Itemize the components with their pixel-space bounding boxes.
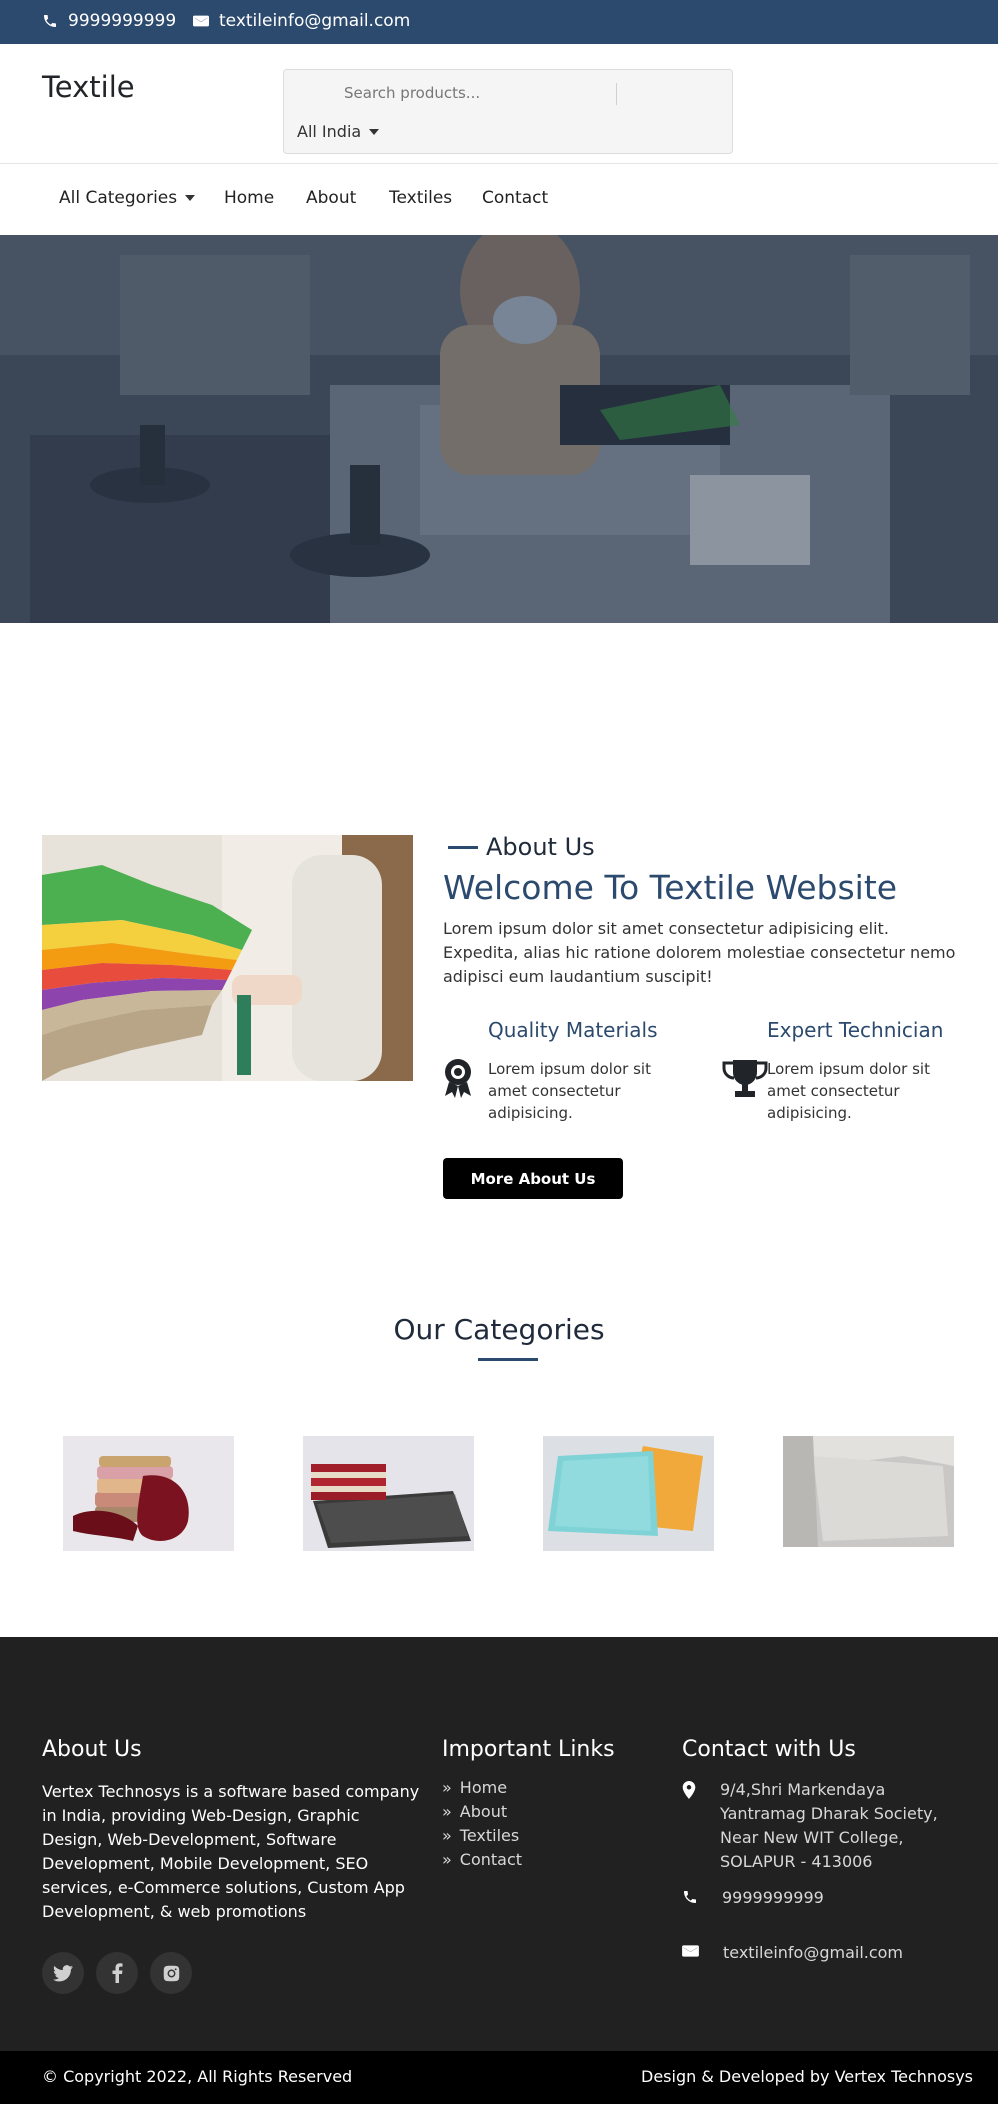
double-chevron-right-icon: » bbox=[442, 1826, 452, 1845]
about-eyebrow-label: About Us bbox=[486, 833, 595, 861]
footer-link-contact[interactable]: » Contact bbox=[442, 1850, 522, 1869]
award-icon bbox=[445, 1059, 471, 1098]
nav-item-label: Textiles bbox=[389, 188, 453, 208]
nav-item-label: All Categories bbox=[59, 188, 178, 208]
developer-credit[interactable]: Design & Developed by Vertex Technosys bbox=[641, 2067, 973, 2086]
topbar-phone-text: 9999999999 bbox=[68, 11, 177, 31]
feature-text: Lorem ipsum dolor sit amet consectetur a… bbox=[488, 1060, 651, 1122]
chevron-down-icon bbox=[185, 195, 196, 201]
footer-about-text: Vertex Technosys is a software based com… bbox=[42, 1782, 420, 1921]
facebook-icon bbox=[112, 1963, 122, 1983]
instagram-icon bbox=[163, 1965, 179, 1981]
fabric-swatch-photo bbox=[42, 835, 413, 1081]
footer-about-title: About Us bbox=[42, 1737, 142, 1762]
nav-item-all-categories[interactable]: All Categories bbox=[59, 188, 196, 208]
copyright-text: © Copyright 2022, All Rights Reserved bbox=[42, 2067, 353, 2086]
footer-contact-title: Contact with Us bbox=[682, 1737, 856, 1762]
footer-address-text: 9/4,Shri Markendaya Yantramag Dharak Soc… bbox=[720, 1780, 938, 1871]
phone-icon bbox=[44, 15, 56, 27]
site-header: Textile All India bbox=[0, 44, 998, 164]
twitter-icon bbox=[53, 1964, 73, 1981]
more-about-us-button[interactable]: More About Us bbox=[443, 1158, 623, 1199]
envelope-icon bbox=[682, 1945, 699, 1957]
footer-link-label: About bbox=[459, 1802, 508, 1821]
footer-email[interactable]: textileinfo@gmail.com bbox=[682, 1941, 903, 1965]
hero-sewing-photo bbox=[0, 235, 998, 623]
topbar-phone[interactable]: 9999999999 bbox=[42, 11, 176, 31]
location-dropdown[interactable]: All India bbox=[297, 122, 380, 141]
category-image bbox=[63, 1436, 234, 1551]
phone-icon bbox=[684, 1891, 696, 1903]
footer-phone[interactable]: 9999999999 bbox=[682, 1886, 824, 1910]
topbar-email[interactable]: textileinfo@gmail.com bbox=[193, 11, 410, 31]
nav-item-about[interactable]: About bbox=[306, 188, 356, 208]
feature-title: Expert Technician bbox=[767, 1018, 944, 1042]
topbar-email-text: textileinfo@gmail.com bbox=[219, 11, 411, 31]
trophy-icon bbox=[722, 1060, 768, 1097]
location-dropdown-label: All India bbox=[297, 122, 362, 141]
categories-title-underline bbox=[478, 1358, 538, 1361]
double-chevron-right-icon: » bbox=[442, 1802, 452, 1821]
nav-item-label: About bbox=[306, 188, 357, 208]
double-chevron-right-icon: » bbox=[442, 1850, 452, 1869]
categories-title: Our Categories bbox=[393, 1313, 605, 1346]
hero-banner-image bbox=[0, 235, 998, 623]
category-card-bath-towels[interactable] bbox=[543, 1436, 714, 1551]
search-divider bbox=[616, 83, 617, 105]
about-fabric-swatches-image bbox=[42, 835, 413, 1081]
copyright-bar: © Copyright 2022, All Rights Reserved De… bbox=[0, 2051, 998, 2104]
top-contact-bar: 9999999999 textileinfo@gmail.com bbox=[0, 0, 998, 44]
footer-link-label: Textiles bbox=[459, 1826, 520, 1845]
footer-address: 9/4,Shri Markendaya Yantramag Dharak Soc… bbox=[682, 1778, 972, 1874]
eyebrow-dash bbox=[448, 845, 478, 849]
category-image bbox=[543, 1436, 714, 1551]
footer-link-label: Home bbox=[459, 1778, 508, 1797]
footer-email-text: textileinfo@gmail.com bbox=[723, 1943, 904, 1962]
footer-phone-text: 9999999999 bbox=[722, 1888, 824, 1907]
category-card-towels[interactable] bbox=[63, 1436, 234, 1551]
nav-item-contact[interactable]: Contact bbox=[482, 188, 548, 208]
category-card-mats[interactable] bbox=[303, 1436, 474, 1551]
double-chevron-right-icon: » bbox=[442, 1778, 452, 1797]
footer-link-about[interactable]: » About bbox=[442, 1802, 507, 1821]
search-input[interactable] bbox=[344, 80, 594, 106]
footer-link-textiles[interactable]: » Textiles bbox=[442, 1826, 519, 1845]
chevron-down-icon bbox=[369, 128, 380, 135]
footer-links-title: Important Links bbox=[442, 1737, 615, 1762]
site-logo[interactable]: Textile bbox=[42, 70, 135, 104]
site-footer: About Us Vertex Technosys is a software … bbox=[0, 1637, 998, 2051]
category-image bbox=[303, 1436, 474, 1551]
about-text: Lorem ipsum dolor sit amet consectetur a… bbox=[443, 919, 956, 986]
twitter-button[interactable] bbox=[42, 1952, 84, 1994]
instagram-button[interactable] bbox=[150, 1952, 192, 1994]
facebook-button[interactable] bbox=[96, 1952, 138, 1994]
about-eyebrow: About Us bbox=[448, 833, 595, 861]
map-marker-icon bbox=[682, 1781, 696, 1799]
footer-link-label: Contact bbox=[459, 1850, 523, 1869]
about-title: Welcome To Textile Website bbox=[443, 868, 898, 907]
search-box: All India bbox=[283, 69, 733, 154]
category-image bbox=[783, 1436, 954, 1547]
nav-item-home[interactable]: Home bbox=[224, 188, 274, 208]
feature-text: Lorem ipsum dolor sit amet consectetur a… bbox=[767, 1060, 930, 1122]
feature-title: Quality Materials bbox=[488, 1018, 658, 1042]
main-nav: All Categories Home About Textiles Conta… bbox=[0, 164, 998, 235]
footer-link-home[interactable]: » Home bbox=[442, 1778, 507, 1797]
nav-item-label: Home bbox=[224, 188, 275, 208]
nav-item-label: Contact bbox=[482, 188, 549, 208]
category-card-fabric-cloth[interactable] bbox=[783, 1436, 954, 1551]
envelope-icon bbox=[193, 15, 209, 27]
nav-item-textiles[interactable]: Textiles bbox=[389, 188, 452, 208]
